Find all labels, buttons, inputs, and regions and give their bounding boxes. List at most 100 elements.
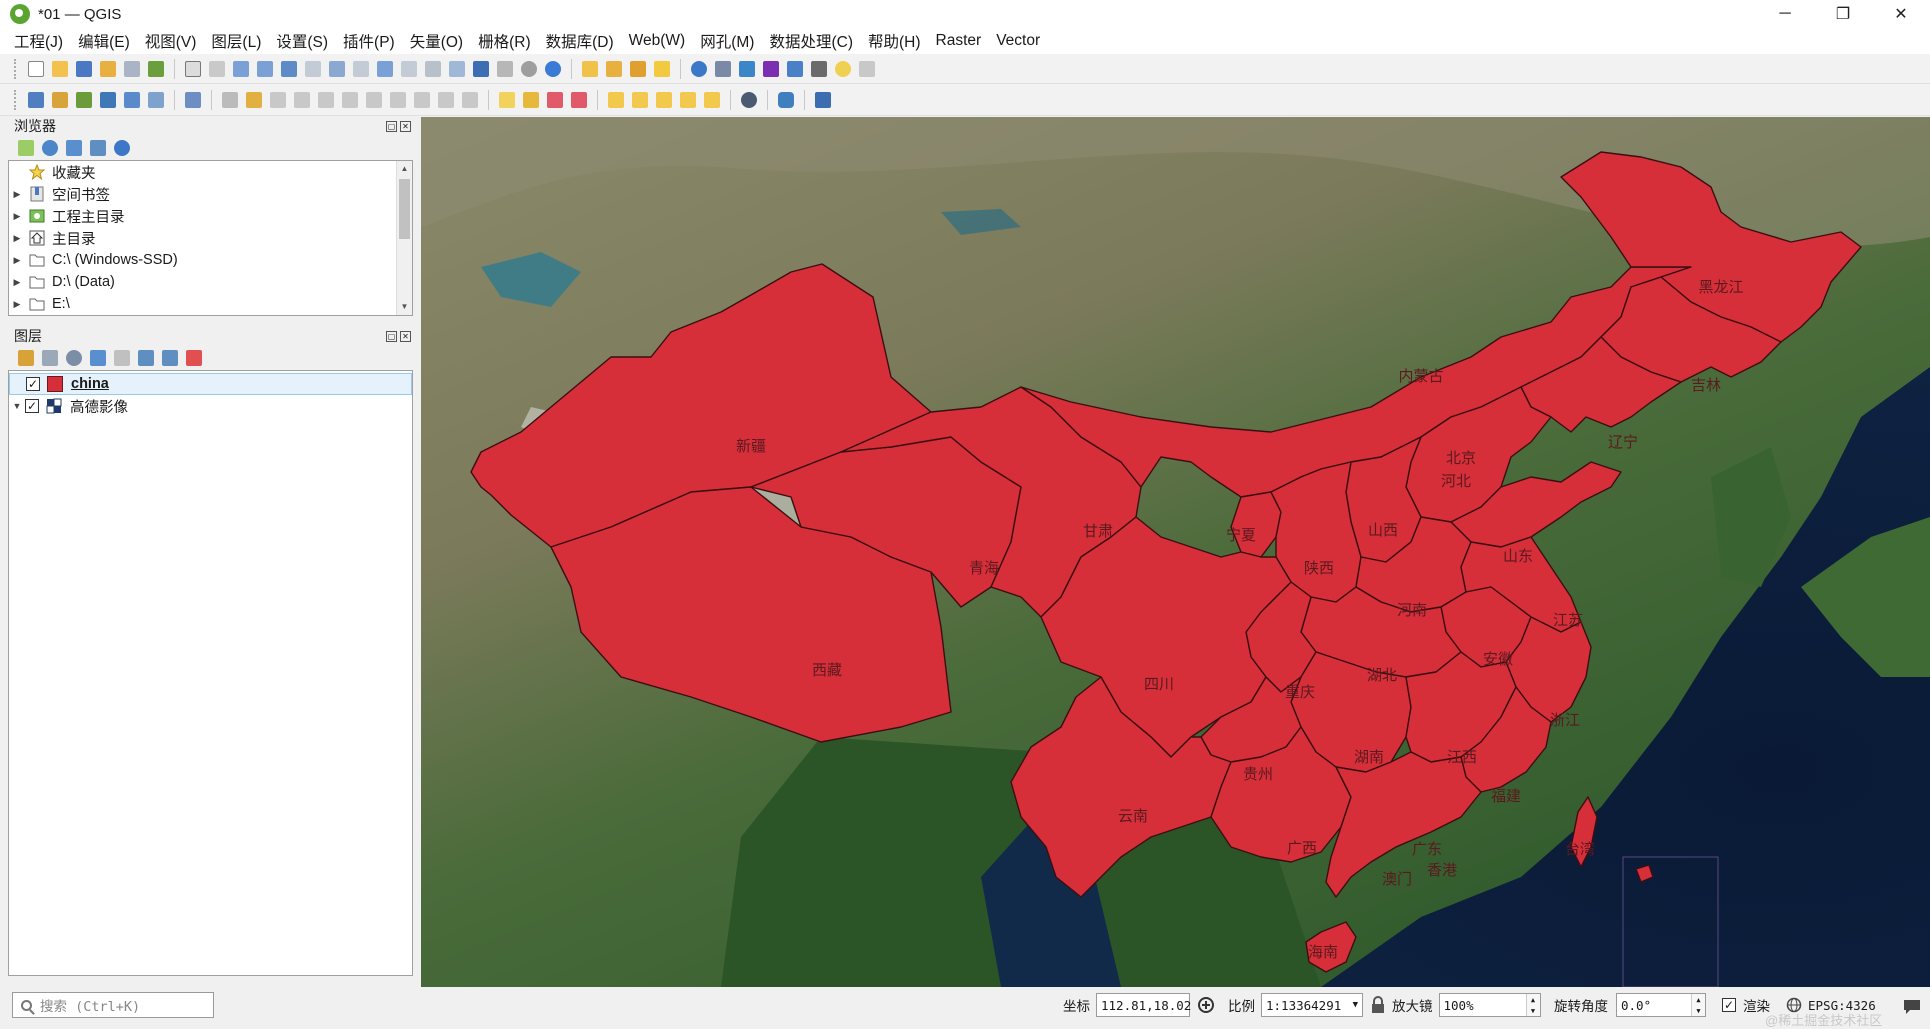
vertex-tool-icon[interactable] [318,91,334,108]
render-checkbox[interactable]: ✓ [1722,998,1736,1012]
move-label-icon[interactable] [608,91,624,108]
python-console-icon[interactable] [778,91,794,108]
attribute-table-icon[interactable] [715,60,731,77]
menu-settings[interactable]: 设置(S) [276,30,328,52]
new-map-view-icon[interactable] [425,60,441,77]
zoom-full-icon[interactable] [281,60,297,77]
filter-browser-icon[interactable] [66,140,82,156]
zoom-native-icon[interactable] [353,60,369,77]
menu-mesh[interactable]: 网孔(M) [700,30,754,52]
zoom-selection-icon[interactable] [305,60,321,77]
change-label-icon[interactable] [656,91,672,108]
coord-input[interactable]: 112.81,18.02 [1096,993,1191,1017]
layer-visibility-checkbox[interactable]: ✓ [26,377,40,391]
filter-legend-icon[interactable] [90,350,106,366]
field-calculator-icon[interactable] [787,60,803,77]
toggle-editing-icon[interactable] [246,91,262,108]
refresh-icon[interactable] [42,140,58,156]
delete-selected-icon[interactable] [342,91,358,108]
zoom-out-icon[interactable] [257,60,273,77]
pin-labels-icon[interactable] [547,91,563,108]
spin-arrows[interactable]: ▲ ▼ [1525,994,1540,1016]
plugin-globe-icon[interactable] [741,91,757,108]
pan-map-icon[interactable] [185,60,201,77]
menu-edit[interactable]: 编辑(E) [78,30,130,52]
current-edits-icon[interactable] [222,91,238,108]
print-layout-icon[interactable] [124,60,140,77]
remove-layer-icon[interactable] [186,350,202,366]
minimize-button[interactable]: ─ [1756,0,1814,28]
menu-database[interactable]: 数据库(D) [546,30,614,52]
style-manager-icon[interactable] [148,60,164,77]
close-button[interactable]: ✕ [1872,0,1930,28]
collapse-all-icon[interactable] [90,140,106,156]
layer-visibility-checkbox[interactable]: ✓ [25,399,39,413]
expand-arrow-icon[interactable]: ▶ [9,233,25,244]
processing-toolbox-icon[interactable] [739,60,755,77]
add-mesh-icon[interactable] [185,91,201,108]
toggle-extents-icon[interactable] [1196,995,1216,1015]
redo-icon[interactable] [462,91,478,108]
restore-button[interactable]: ❐ [1814,0,1872,28]
browser-scrollbar[interactable]: ▲ ▼ [396,161,412,315]
select-by-value-icon[interactable] [606,60,622,77]
browser-item[interactable]: ▶ C:\ (Windows-SSD) [9,249,412,271]
move-diagram-icon[interactable] [704,91,720,108]
open-project-icon[interactable] [52,60,68,77]
layer-symbol-swatch[interactable] [47,376,63,392]
new-geopackage-icon[interactable] [52,91,68,108]
menu-project[interactable]: 工程(J) [14,30,63,52]
zoom-last-icon[interactable] [377,60,393,77]
collapse-arrow-icon[interactable]: ▼ [9,401,25,411]
close-panel-icon[interactable]: ✕ [400,330,411,342]
copy-features-icon[interactable] [390,91,406,108]
menu-raster-plugin[interactable]: Raster [936,32,982,50]
browser-item[interactable]: ▶ 空间书签 [9,183,412,205]
add-feature-icon[interactable] [294,91,310,108]
close-panel-icon[interactable]: ✕ [400,120,411,132]
magnifier-spinbox[interactable]: 100% ▲ ▼ [1438,993,1541,1017]
statistics-sigma-icon[interactable] [763,60,779,77]
pan-to-selection-icon[interactable] [209,60,225,77]
collapse-all-icon[interactable] [162,350,178,366]
messages-icon[interactable] [1902,998,1922,1016]
spin-arrows[interactable]: ▲ ▼ [1691,994,1705,1016]
add-delimited-text-icon[interactable] [124,91,140,108]
label-tool-icon[interactable] [499,91,515,108]
show-hide-labels-icon[interactable] [571,91,587,108]
menu-processing[interactable]: 数据处理(C) [769,30,853,52]
refresh-icon[interactable] [545,60,561,77]
lock-icon[interactable] [1370,996,1386,1014]
add-wms-icon[interactable] [148,91,164,108]
layer-item-gaode[interactable]: ▼ ✓ 高德影像 [9,395,412,417]
cut-features-icon[interactable] [366,91,382,108]
rotate-label-icon[interactable] [632,91,648,108]
identify-icon[interactable] [691,60,707,77]
menu-raster[interactable]: 栅格(R) [478,30,531,52]
temporal-controller-icon[interactable] [521,60,537,77]
add-group-icon[interactable] [42,350,58,366]
map-svg[interactable]: 新疆 西藏 青海 甘肃 内蒙古 黑龙江 吉林 辽宁 北京 河北 山西 山东 宁夏… [421,117,1930,987]
expand-arrow-icon[interactable]: ▶ [9,255,25,266]
add-selected-layers-icon[interactable] [18,140,34,156]
save-project-icon[interactable] [76,60,92,77]
annotation-icon[interactable] [859,60,875,77]
map-tips-icon[interactable] [835,60,851,77]
locator-search-input[interactable]: 搜索 (Ctrl+K) [12,992,214,1018]
filter-expression-icon[interactable] [114,350,130,366]
toolbar-grip[interactable] [14,89,18,110]
add-vector-layer-icon[interactable] [76,91,92,108]
new-project-icon[interactable] [28,60,44,77]
data-source-manager-icon[interactable] [28,91,44,108]
toolbar-grip[interactable] [14,58,18,79]
save-edits-icon[interactable] [270,91,286,108]
undo-icon[interactable] [438,91,454,108]
measure-icon[interactable] [811,60,827,77]
label-properties-icon[interactable] [680,91,696,108]
manage-visibility-icon[interactable] [66,350,82,366]
save-as-icon[interactable] [100,60,116,77]
browser-item[interactable]: ▶ 主目录 [9,227,412,249]
info-icon[interactable] [114,140,130,156]
expand-arrow-icon[interactable]: ▶ [9,211,25,222]
expand-arrow-icon[interactable]: ▶ [9,277,25,288]
